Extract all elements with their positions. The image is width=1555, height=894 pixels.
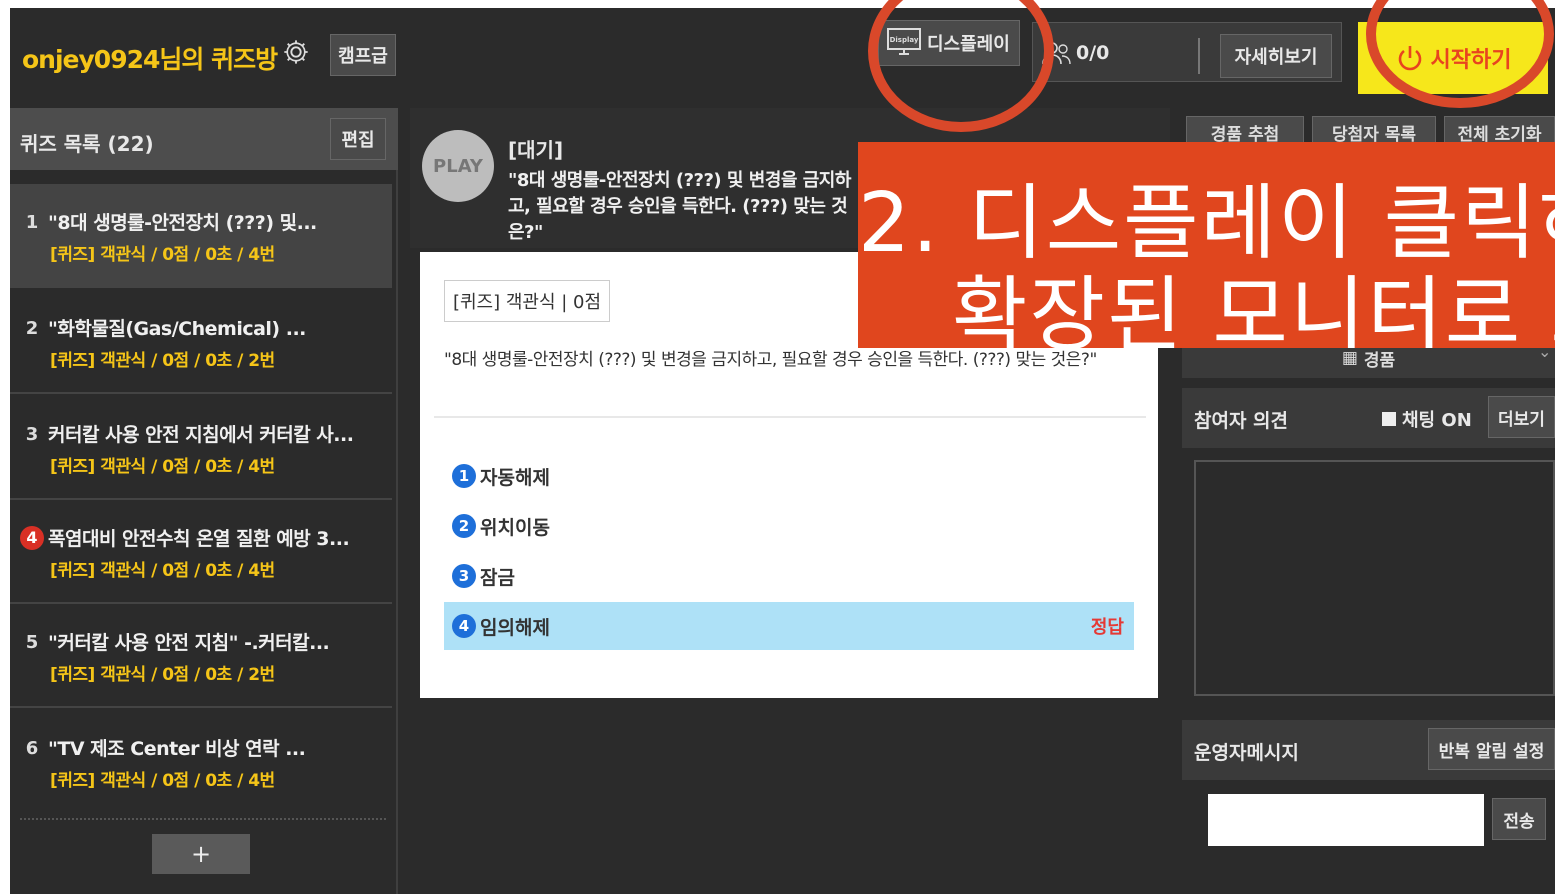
quiz-list-panel: 퀴즈 목록 (22) 편집 1 "8대 생명룰-안전장치 (???) 및... … [10, 108, 398, 894]
edit-button[interactable]: 편집 [330, 118, 386, 160]
quiz-meta: [퀴즈] 객관식 / 0점 / 0초 / 2번 [50, 351, 275, 371]
option-1: 1 자동해제 [444, 452, 1134, 500]
question-body: "8대 생명룰-안전장치 (???) 및 변경을 금지하고, 필요할 경우 승인… [444, 350, 1097, 370]
option-3: 3 잠금 [444, 552, 1134, 600]
chat-toggle-label: 채팅 ON [1402, 410, 1472, 431]
list-item[interactable]: 4 폭염대비 안전수칙 온열 질환 예방 3... [퀴즈] 객관식 / 0점 … [10, 500, 392, 604]
quiz-text: "8대 생명룰-안전장치 (???) 및... [48, 212, 317, 234]
operator-message-title: 운영자메시지 [1194, 742, 1299, 764]
quiz-number: 5 [25, 632, 39, 653]
quiz-list-title: 퀴즈 목록 (22) [20, 132, 154, 156]
checkbox-icon [1382, 412, 1396, 426]
question-tag: [퀴즈] 객관식 | 0점 [444, 280, 610, 322]
chat-toggle[interactable]: 채팅 ON [1382, 406, 1472, 432]
list-item[interactable]: 1 "8대 생명룰-안전장치 (???) 및... [퀴즈] 객관식 / 0점 … [10, 184, 392, 288]
quiz-text: "커터칼 사용 안전 지침" -.커터칼... [48, 632, 330, 654]
quiz-meta: [퀴즈] 객관식 / 0점 / 0초 / 2번 [50, 665, 275, 685]
quiz-text: 커터칼 사용 안전 지침에서 커터칼 사... [48, 424, 354, 446]
prize-label: 경품 [1363, 350, 1396, 371]
card-divider [434, 416, 1146, 418]
quiz-number-badge: 4 [20, 526, 44, 550]
quiz-meta: [퀴즈] 객관식 / 0점 / 0초 / 4번 [50, 561, 275, 581]
opinion-title: 참여자 의견 [1194, 410, 1289, 432]
quiz-list-header: 퀴즈 목록 (22) 편집 [10, 108, 398, 170]
list-divider [20, 818, 386, 820]
banner-line-2: 확장된 모니터로 또 [952, 268, 1555, 348]
question-header-text: "8대 생명룰-안전장치 (???) 및 변경을 금지하고, 필요할 경우 승인… [508, 170, 851, 243]
play-button[interactable]: PLAY [422, 130, 494, 202]
detail-button[interactable]: 자세히보기 [1220, 34, 1332, 78]
option-number: 2 [452, 514, 476, 538]
quiz-number: 6 [25, 738, 39, 759]
quiz-text: "TV 제조 Center 비상 연락 ... [48, 738, 306, 760]
option-label: 위치이동 [480, 516, 550, 539]
chat-area [1194, 460, 1555, 696]
option-number: 3 [452, 564, 476, 588]
header-divider [1198, 38, 1200, 74]
camp-button[interactable]: 캠프급 [330, 34, 396, 76]
question-status: [대기] [508, 138, 564, 162]
quiz-number: 1 [25, 212, 39, 233]
repeat-alert-button[interactable]: 반복 알림 설정 [1428, 728, 1555, 770]
option-number: 4 [452, 614, 476, 638]
option-label: 자동해제 [480, 466, 550, 489]
more-button[interactable]: 더보기 [1488, 396, 1555, 438]
list-item[interactable]: 2 "화학물질(Gas/Chemical) ... [퀴즈] 객관식 / 0점 … [10, 290, 392, 394]
quiz-text: 폭염대비 안전수칙 온열 질환 예방 3... [48, 528, 350, 550]
quiz-text: "화학물질(Gas/Chemical) ... [48, 318, 306, 340]
send-button[interactable]: 전송 [1492, 798, 1546, 840]
quiz-number: 2 [25, 318, 39, 339]
gift-icon: ▦ [1341, 348, 1358, 368]
list-item[interactable]: 3 커터칼 사용 안전 지침에서 커터칼 사... [퀴즈] 객관식 / 0점 … [10, 396, 392, 500]
quiz-number: 3 [25, 424, 39, 445]
list-item[interactable]: 5 "커터칼 사용 안전 지침" -.커터칼... [퀴즈] 객관식 / 0점 … [10, 604, 392, 708]
gear-icon[interactable] [282, 38, 310, 66]
add-quiz-button[interactable]: + [152, 834, 250, 874]
room-title: onjey0924님의 퀴즈방 [22, 45, 278, 74]
message-input[interactable] [1208, 794, 1484, 846]
quiz-meta: [퀴즈] 객관식 / 0점 / 0초 / 4번 [50, 457, 275, 477]
option-label: 잠금 [480, 566, 515, 589]
answer-label: 정답 [1090, 617, 1124, 638]
list-item[interactable]: 6 "TV 제조 Center 비상 연락 ... [퀴즈] 객관식 / 0점 … [10, 710, 392, 814]
option-2: 2 위치이동 [444, 502, 1134, 550]
quiz-meta: [퀴즈] 객관식 / 0점 / 0초 / 4번 [50, 771, 275, 791]
option-number: 1 [452, 464, 476, 488]
participant-count: 0/0 [1076, 42, 1110, 64]
quiz-meta: [퀴즈] 객관식 / 0점 / 0초 / 4번 [50, 245, 275, 265]
option-label: 임의해제 [480, 616, 550, 639]
option-4-correct: 4 임의해제 정답 [444, 602, 1134, 650]
instruction-banner: 2. 디스플레이 클릭하 확장된 모니터로 또 [858, 142, 1555, 348]
